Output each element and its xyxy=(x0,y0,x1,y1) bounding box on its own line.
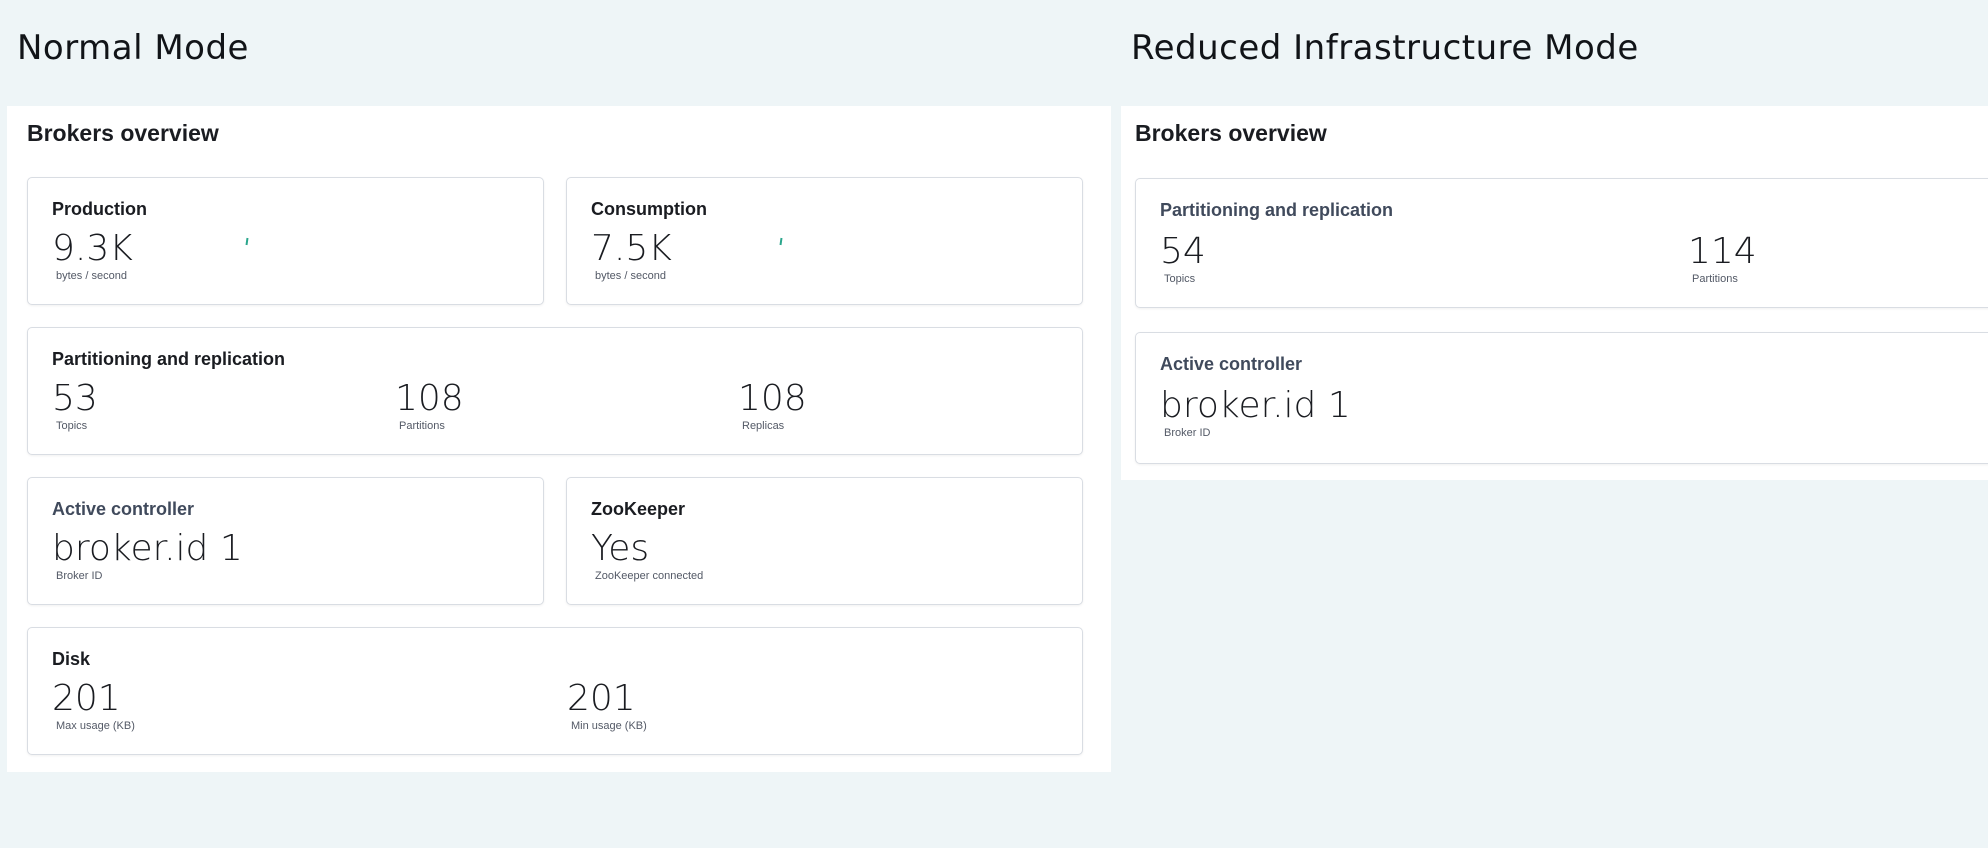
partitions-label: Partitions xyxy=(399,420,445,433)
min-usage-label: Min usage (KB) xyxy=(571,720,647,733)
zookeeper-title: ZooKeeper xyxy=(591,499,686,519)
production-card[interactable]: Production 9.3K bytes / second xyxy=(27,177,544,305)
min-usage-stat: 201 Min usage (KB) xyxy=(567,678,647,732)
replicas-stat: 108 Replicas xyxy=(738,378,807,432)
max-usage-value: 201 xyxy=(52,678,121,719)
partitions-stat: 108 Partitions xyxy=(395,378,464,432)
max-usage-stat: 201 Max usage (KB) xyxy=(52,678,135,732)
reduced-partitioning-card[interactable]: Partitioning and replication 54 Topics 1… xyxy=(1135,178,1988,308)
broker-id-value: broker.id 1 xyxy=(52,528,243,569)
production-label: bytes / second xyxy=(56,270,127,283)
active-controller-card[interactable]: Active controller broker.id 1 Broker ID xyxy=(27,477,544,605)
reduced-topics-label: Topics xyxy=(1164,273,1196,286)
production-sparkline xyxy=(245,237,249,246)
consumption-value: 7.5K xyxy=(591,228,672,269)
reduced-partitions-value: 114 xyxy=(1688,231,1757,272)
consumption-sparkline xyxy=(779,237,783,246)
zookeeper-card[interactable]: ZooKeeper Yes ZooKeeper connected xyxy=(566,477,1083,605)
reduced-active-controller-title: Active controller xyxy=(1160,354,1303,374)
panel-title: Brokers overview xyxy=(27,120,219,146)
zookeeper-stat: Yes ZooKeeper connected xyxy=(591,528,703,582)
panel-title: Brokers overview xyxy=(1135,120,1327,146)
reduced-broker-id-value: broker.id 1 xyxy=(1160,385,1351,426)
reduced-active-controller-card[interactable]: Active controller broker.id 1 Broker ID xyxy=(1135,332,1988,464)
consumption-card[interactable]: Consumption 7.5K bytes / second xyxy=(566,177,1083,305)
reduced-topics-stat: 54 Topics xyxy=(1160,231,1206,285)
min-usage-value: 201 xyxy=(567,678,636,719)
max-usage-label: Max usage (KB) xyxy=(56,720,135,733)
production-stat: 9.3K bytes / second xyxy=(52,228,133,282)
reduced-broker-id-stat: broker.id 1 Broker ID xyxy=(1160,385,1351,439)
partitioning-title: Partitioning and replication xyxy=(52,349,286,369)
replicas-value: 108 xyxy=(738,378,807,419)
consumption-label: bytes / second xyxy=(595,270,666,283)
topics-stat: 53 Topics xyxy=(52,378,98,432)
active-controller-title: Active controller xyxy=(52,499,195,519)
topics-value: 53 xyxy=(52,378,98,419)
reduced-broker-id-label: Broker ID xyxy=(1164,427,1211,440)
normal-brokers-overview-panel: Brokers overview Production 9.3K bytes /… xyxy=(7,106,1111,772)
reduced-partitions-stat: 114 Partitions xyxy=(1688,231,1757,285)
zookeeper-label: ZooKeeper connected xyxy=(595,570,704,583)
consumption-stat: 7.5K bytes / second xyxy=(591,228,672,282)
disk-card[interactable]: Disk 201 Max usage (KB) 201 Min usage (K… xyxy=(27,627,1083,755)
production-value: 9.3K xyxy=(52,228,133,269)
partitions-value: 108 xyxy=(395,378,464,419)
reduced-brokers-overview-panel: Brokers overview Partitioning and replic… xyxy=(1121,106,1988,480)
disk-title: Disk xyxy=(52,649,91,669)
normal-mode-title: Normal Mode xyxy=(17,28,249,68)
topics-label: Topics xyxy=(56,420,88,433)
replicas-label: Replicas xyxy=(742,420,785,433)
consumption-title: Consumption xyxy=(591,199,707,219)
zookeeper-value: Yes xyxy=(591,528,650,569)
reduced-topics-value: 54 xyxy=(1160,231,1206,272)
production-title: Production xyxy=(52,199,147,219)
partitioning-card[interactable]: Partitioning and replication 53 Topics 1… xyxy=(27,327,1083,455)
reduced-partitioning-title: Partitioning and replication xyxy=(1160,200,1394,220)
broker-id-label: Broker ID xyxy=(56,570,103,583)
reduced-partitions-label: Partitions xyxy=(1692,273,1738,286)
reduced-mode-title: Reduced Infrastructure Mode xyxy=(1131,28,1639,68)
broker-id-stat: broker.id 1 Broker ID xyxy=(52,528,243,582)
